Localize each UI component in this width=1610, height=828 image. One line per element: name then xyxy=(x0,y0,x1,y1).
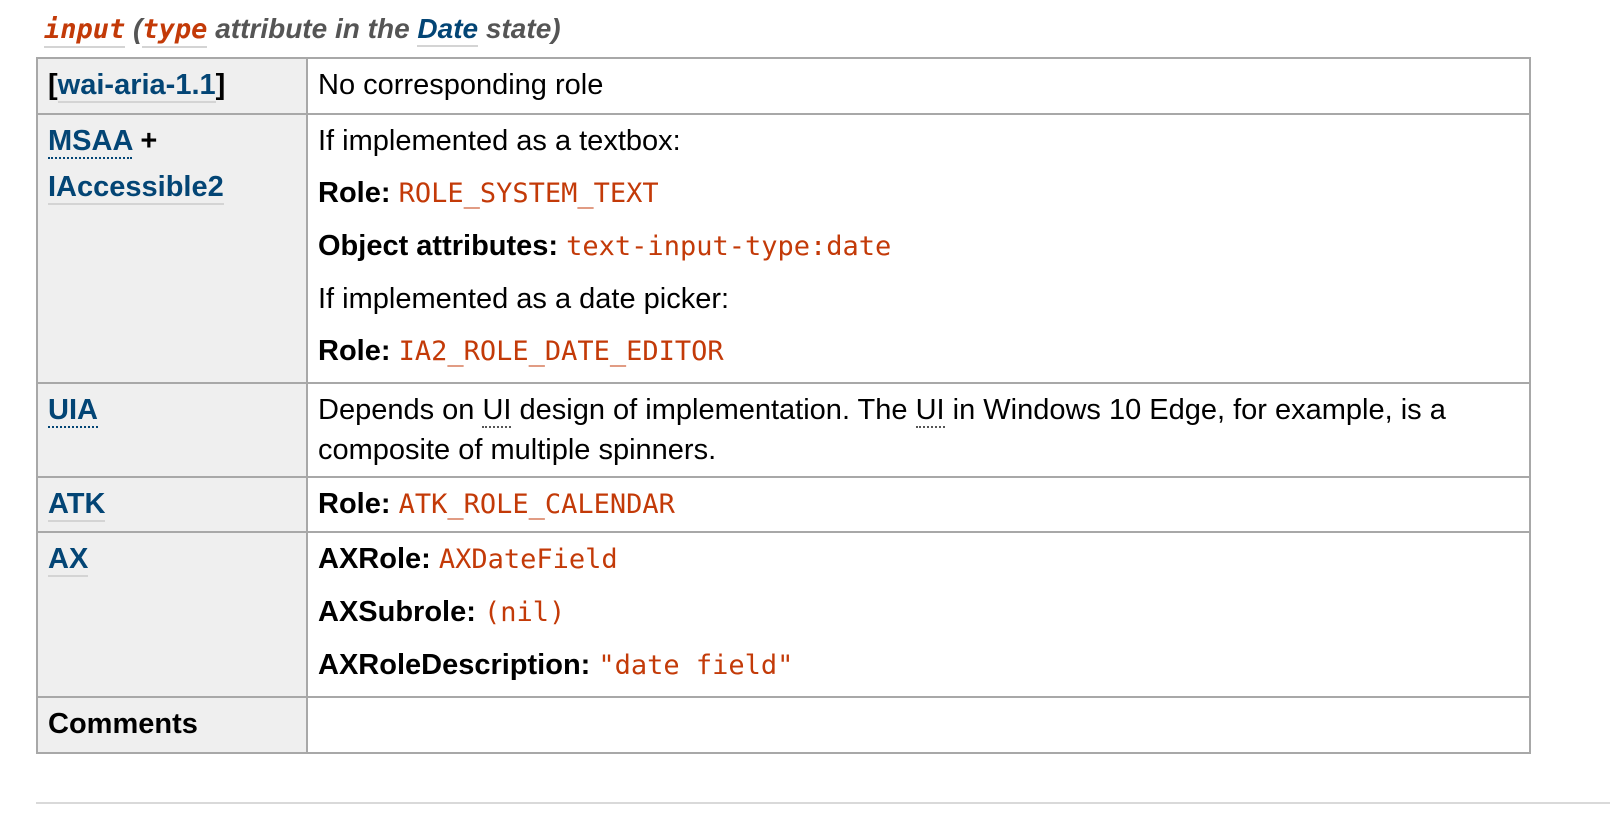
table-caption: input (type attribute in the Date state) xyxy=(44,10,561,49)
object-attributes-value: text-input-type:date xyxy=(566,231,892,262)
axrole-label: AXRole: xyxy=(318,543,439,575)
row-header-wai-aria: [wai-aria-1.1] xyxy=(36,57,308,115)
cell-ax: AXRole: AXDateField AXSubrole: (nil) AXR… xyxy=(306,531,1531,698)
accessibility-mapping-table: [wai-aria-1.1] No corresponding role MSA… xyxy=(36,57,1531,754)
atk-role-value: ATK_ROLE_CALENDAR xyxy=(398,489,675,520)
axroledescription-label: AXRoleDescription: xyxy=(318,649,599,681)
role2-value: IA2_ROLE_DATE_EDITOR xyxy=(398,336,724,367)
table-row-uia: UIA Depends on UI design of implementati… xyxy=(36,382,1531,478)
ax-subrole-line: AXSubrole: (nil) xyxy=(318,592,1519,633)
cell-atk: Role: ATK_ROLE_CALENDAR xyxy=(306,476,1531,533)
table-row-atk: ATK Role: ATK_ROLE_CALENDAR xyxy=(36,476,1531,533)
role-value: ROLE_SYSTEM_TEXT xyxy=(398,178,659,209)
msaa-role2-line: Role: IA2_ROLE_DATE_EDITOR xyxy=(318,331,1519,372)
axroledescription-value: "date field" xyxy=(598,650,794,681)
row-header-ax: AX xyxy=(36,531,308,698)
input-element-link[interactable]: input xyxy=(44,14,126,48)
row-header-comments: Comments xyxy=(36,696,308,754)
row-header-atk: ATK xyxy=(36,476,308,533)
row-header-msaa: MSAA + IAccessible2 xyxy=(36,113,308,384)
date-state-link[interactable]: Date xyxy=(417,13,479,47)
uia-text-1: Depends on xyxy=(318,394,483,426)
uia-link[interactable]: UIA xyxy=(48,394,98,428)
msaa-object-attributes-line: Object attributes: text-input-type:date xyxy=(318,226,1519,267)
msaa-link[interactable]: MSAA xyxy=(48,125,133,159)
role2-label: Role: xyxy=(318,335,399,367)
aria-role-text: No corresponding role xyxy=(318,69,604,101)
table-row-wai-aria: [wai-aria-1.1] No corresponding role xyxy=(36,57,1531,115)
msaa-role-line: Role: ROLE_SYSTEM_TEXT xyxy=(318,173,1519,214)
table-row-ax: AX AXRole: AXDateField AXSubrole: (nil) … xyxy=(36,531,1531,698)
wai-aria-link[interactable]: wai-aria-1.1 xyxy=(57,69,216,103)
axsubrole-value: (nil) xyxy=(483,597,566,628)
bracket-close: ] xyxy=(215,69,226,101)
axsubrole-label: AXSubrole: xyxy=(318,596,484,628)
caption-end-text: state) xyxy=(478,13,561,44)
cell-wai-aria: No corresponding role xyxy=(306,57,1531,115)
cell-comments xyxy=(306,696,1531,754)
cell-uia: Depends on UI design of implementation. … xyxy=(306,382,1531,478)
object-attributes-label: Object attributes: xyxy=(318,230,567,262)
uia-text-2: design of implementation. The xyxy=(511,394,916,426)
ui-abbreviation-2: UI xyxy=(915,394,945,428)
atk-link[interactable]: ATK xyxy=(48,488,106,522)
ui-abbreviation: UI xyxy=(482,394,512,428)
msaa-textbox-note: If implemented as a textbox: xyxy=(318,125,681,157)
row-header-uia: UIA xyxy=(36,382,308,478)
cell-msaa: If implemented as a textbox: Role: ROLE_… xyxy=(306,113,1531,384)
atk-role-label: Role: xyxy=(318,488,399,520)
table-row-comments: Comments xyxy=(36,696,1531,754)
iaccessible2-link[interactable]: IAccessible2 xyxy=(48,171,224,205)
plus-sign: + xyxy=(132,125,158,157)
caption-middle-text: attribute in the xyxy=(207,13,418,44)
table-row-msaa: MSAA + IAccessible2 If implemented as a … xyxy=(36,113,1531,384)
ax-role-line: AXRole: AXDateField xyxy=(318,539,1519,580)
section-divider xyxy=(36,802,1610,804)
ax-link[interactable]: AX xyxy=(48,543,89,577)
caption-open-paren: ( xyxy=(125,13,143,44)
bracket-open: [ xyxy=(48,69,58,101)
role-label: Role: xyxy=(318,177,399,209)
msaa-datepicker-note: If implemented as a date picker: xyxy=(318,283,730,315)
type-attribute-link[interactable]: type xyxy=(142,14,208,48)
ax-roledescription-line: AXRoleDescription: "date field" xyxy=(318,645,1519,686)
axrole-value: AXDateField xyxy=(438,544,618,575)
